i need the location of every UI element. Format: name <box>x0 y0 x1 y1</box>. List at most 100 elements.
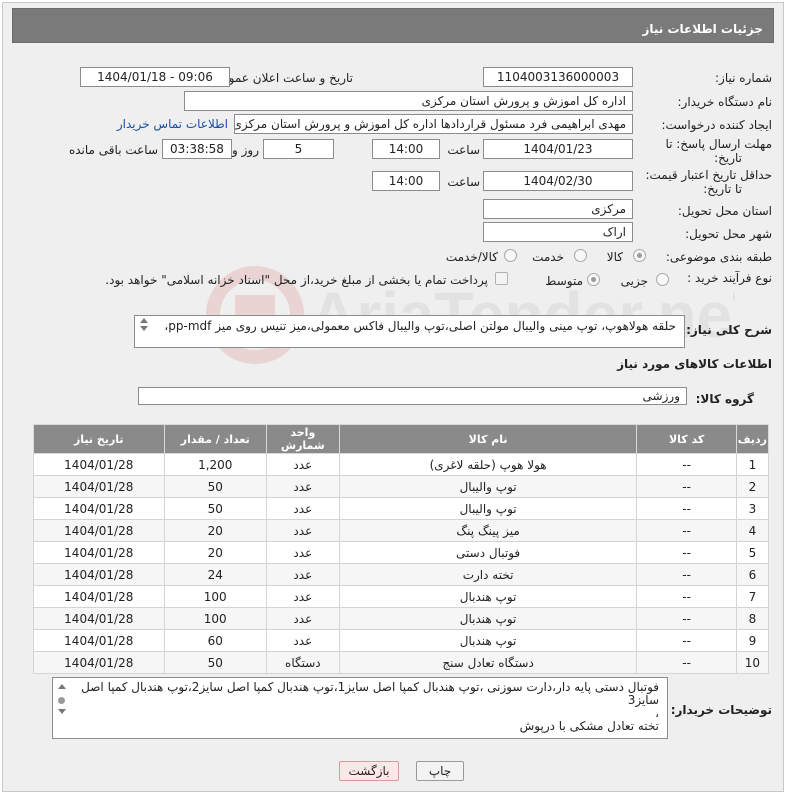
row-name: توپ هندبال <box>338 607 638 630</box>
goods-table: ردیف کد کالا نام کالا واحد شمارش تعداد /… <box>33 424 770 674</box>
row-code: -- <box>636 607 737 630</box>
row-code: -- <box>636 629 737 652</box>
creator-label: ایجاد کننده درخواست: <box>661 118 772 132</box>
row-qty: 60 <box>163 629 267 652</box>
reply-date-field[interactable]: 1404/01/23 <box>483 139 633 159</box>
process-label: نوع فرآیند خرید : <box>687 271 772 285</box>
row-code: -- <box>636 651 737 674</box>
notes-scroll-up-icon[interactable] <box>58 684 66 689</box>
summary-textarea[interactable]: حلقه هولاهوپ، توپ مینی والیبال مولتن اصل… <box>134 315 685 348</box>
row-code: -- <box>636 585 737 608</box>
col-qty: تعداد / مقدار <box>163 424 267 454</box>
row-index: 4 <box>735 519 770 542</box>
reply-time-field[interactable]: 14:00 <box>372 139 440 159</box>
print-button[interactable]: چاپ <box>416 761 464 781</box>
scroll-down-icon[interactable] <box>140 326 148 331</box>
table-row[interactable]: 7 -- توپ هندبال عدد 100 1404/01/28 <box>33 585 770 608</box>
row-code: -- <box>636 519 737 542</box>
goods-section-title: اطلاعات کالاهای مورد نیاز <box>617 357 772 371</box>
table-row[interactable]: 9 -- توپ هندبال عدد 60 1404/01/28 <box>33 629 770 652</box>
buyer-notes-label: توضیحات خریدار: <box>670 703 772 717</box>
row-date: 1404/01/28 <box>33 497 165 520</box>
row-date: 1404/01/28 <box>33 563 165 586</box>
row-qty: 100 <box>163 585 267 608</box>
page-title: جزئیات اطلاعات نیاز <box>12 8 774 43</box>
row-date: 1404/01/28 <box>33 629 165 652</box>
row-index: 8 <box>735 607 770 630</box>
row-unit: دستگاه <box>265 651 340 674</box>
row-date: 1404/01/28 <box>33 541 165 564</box>
province-field[interactable]: مرکزی <box>483 199 633 219</box>
table-row[interactable]: 1 -- هولا هوپ (حلقه لاغری) عدد 1,200 1404/01/… <box>33 453 770 476</box>
process-medium-label: متوسط <box>545 274 583 288</box>
summary-label: شرح کلی نیاز: <box>686 323 772 337</box>
row-code: -- <box>636 497 737 520</box>
buyer-notes-line: فوتبال دستی پایه دار،دارت سوزنی ،توپ هند… <box>81 680 659 694</box>
row-name: هولا هوپ (حلقه لاغری) <box>338 453 638 476</box>
table-row[interactable]: 6 -- تخته دارت عدد 24 1404/01/28 <box>33 563 770 586</box>
row-name: فوتبال دستی <box>338 541 638 564</box>
creator-field[interactable]: مهدی ابراهیمی فرد مسئول قراردادها اداره … <box>234 114 633 134</box>
row-qty: 1,200 <box>163 453 267 476</box>
need-number-field[interactable]: 1104003136000003 <box>483 67 633 87</box>
buyer-contact-link[interactable]: اطلاعات تماس خریدار <box>117 117 228 131</box>
province-label: استان محل تحویل: <box>677 204 772 218</box>
price-deadline-label: حداقل تاریخ اعتبار قیمت: <box>645 168 772 182</box>
table-row[interactable]: 8 -- توپ هندبال عدد 100 1404/01/28 <box>33 607 770 630</box>
col-name: نام کالا <box>338 424 638 454</box>
row-unit: عدد <box>265 475 340 498</box>
goods-group-label: گروه کالا: <box>695 392 754 406</box>
table-row[interactable]: 3 -- توپ والیبال عدد 50 1404/01/28 <box>33 497 770 520</box>
row-code: -- <box>636 453 737 476</box>
row-index: 6 <box>735 563 770 586</box>
price-time-label: ساعت <box>447 175 480 189</box>
need-number-label: شماره نیاز: <box>715 71 772 85</box>
treasury-payment-note: پرداخت تمام یا بخشی از مبلغ خرید،از محل … <box>105 273 488 287</box>
table-row[interactable]: 5 -- فوتبال دستی عدد 20 1404/01/28 <box>33 541 770 564</box>
row-index: 9 <box>735 629 770 652</box>
reply-time-label: ساعت <box>447 143 480 157</box>
process-medium-radio[interactable] <box>587 273 600 286</box>
price-deadline-label-2: تا تاریخ: <box>703 182 742 196</box>
price-time-field[interactable]: 14:00 <box>372 171 440 191</box>
row-date: 1404/01/28 <box>33 475 165 498</box>
row-code: -- <box>636 475 737 498</box>
category-both-radio[interactable] <box>504 249 517 262</box>
row-name: تخته دارت <box>338 563 638 586</box>
scroll-up-icon[interactable] <box>140 318 148 323</box>
row-unit: عدد <box>265 585 340 608</box>
row-name: توپ والیبال <box>338 475 638 498</box>
category-service-label: خدمت <box>532 250 564 264</box>
row-name: توپ هندبال <box>338 585 638 608</box>
table-row[interactable]: 4 -- میز پینگ پنگ عدد 20 1404/01/28 <box>33 519 770 542</box>
buyer-notes-textarea[interactable]: فوتبال دستی پایه دار،دارت سوزنی ،توپ هند… <box>52 677 668 739</box>
process-small-radio[interactable] <box>656 273 669 286</box>
table-row[interactable]: 2 -- توپ والیبال عدد 50 1404/01/28 <box>33 475 770 498</box>
treasury-payment-checkbox[interactable] <box>495 272 508 285</box>
row-index: 10 <box>735 651 770 674</box>
notes-scroll-down-icon[interactable] <box>58 709 66 714</box>
announce-datetime-field[interactable]: 1404/01/18 - 09:06 <box>80 67 230 87</box>
buyer-org-field[interactable]: اداره کل اموزش و پرورش استان مرکزی <box>184 91 633 111</box>
category-service-radio[interactable] <box>574 249 587 262</box>
row-date: 1404/01/28 <box>33 519 165 542</box>
table-row[interactable]: 10 -- دستگاه تعادل سنج دستگاه 50 1404/01/28 <box>33 651 770 674</box>
buyer-notes-line: سایز3 <box>627 693 659 707</box>
city-field[interactable]: اراک <box>483 222 633 242</box>
row-unit: عدد <box>265 497 340 520</box>
remaining-time-field[interactable]: 03:38:58 <box>162 139 232 159</box>
row-unit: عدد <box>265 607 340 630</box>
row-index: 7 <box>735 585 770 608</box>
price-date-field[interactable]: 1404/02/30 <box>483 171 633 191</box>
row-unit: عدد <box>265 563 340 586</box>
goods-group-field[interactable]: ورزشی <box>138 387 687 405</box>
days-label: روز و <box>232 143 259 157</box>
row-unit: عدد <box>265 453 340 476</box>
notes-scroll-thumb[interactable] <box>58 697 65 704</box>
col-code: کد کالا <box>636 424 737 454</box>
days-remaining-field[interactable]: 5 <box>263 139 334 159</box>
back-button[interactable]: بازگشت <box>339 761 399 781</box>
category-goods-radio[interactable] <box>633 249 646 262</box>
category-both-label: کالا/خدمت <box>445 250 498 264</box>
row-index: 1 <box>735 453 770 476</box>
